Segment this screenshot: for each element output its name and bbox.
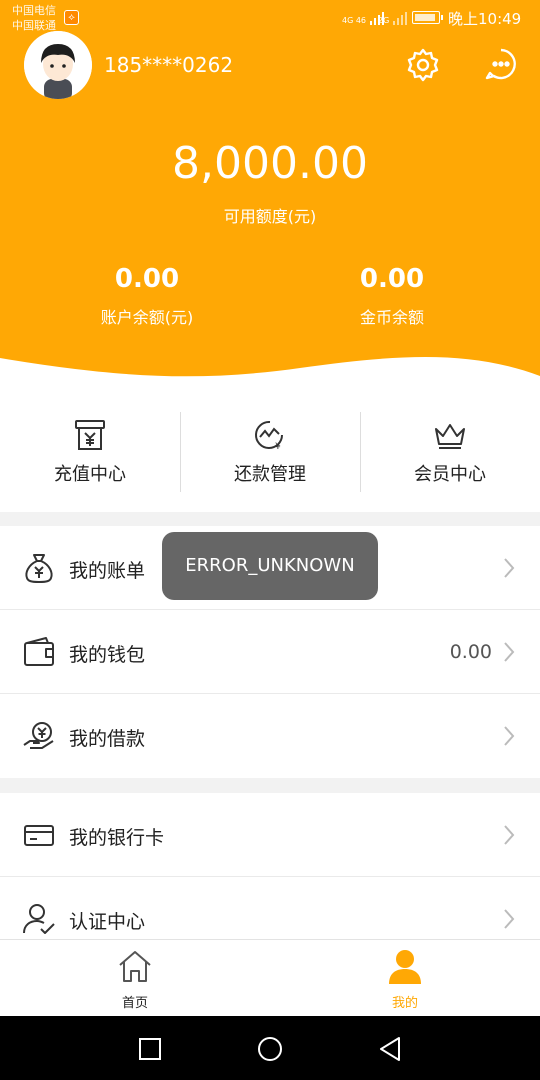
signal-2-label: 2G	[378, 16, 390, 25]
menu-item-loan[interactable]: 我的借款	[0, 694, 540, 778]
user-verify-icon	[23, 904, 55, 934]
menu-item-verification-label: 认证中心	[69, 911, 146, 933]
menu-item-bank-card[interactable]: 我的银行卡	[0, 793, 540, 877]
recharge-icon	[75, 420, 105, 450]
coin-balance-label: 金币余额	[359, 308, 424, 327]
tab-home[interactable]: 首页	[0, 940, 270, 1016]
status-time: 晚上10:49	[448, 10, 522, 28]
system-nav-bar	[0, 1016, 540, 1080]
available-credit-amount: 8,000.00	[172, 138, 368, 189]
menu-group-2: 我的银行卡 认证中心	[0, 793, 540, 961]
status-bar: 中国电信 中国联通 ⟡ 4G 46 2G 晚上10:49	[0, 0, 540, 34]
account-balance-value: 0.00	[114, 264, 180, 294]
back-icon[interactable]	[377, 1036, 403, 1062]
quick-action-membership[interactable]: 会员中心	[360, 400, 540, 512]
menu-item-bill-label: 我的账单	[69, 560, 146, 582]
quick-action-recharge-label: 充值中心	[54, 464, 126, 485]
account-balance-label: 账户余额(元)	[100, 308, 194, 327]
crown-icon	[435, 424, 465, 449]
chevron-right-icon	[504, 909, 515, 929]
error-toast: ERROR_UNKNOWN	[162, 532, 378, 600]
settings-icon[interactable]	[404, 46, 442, 84]
carrier-2: 中国联通	[12, 19, 56, 32]
wallet-icon	[24, 637, 54, 666]
menu-item-wallet-label: 我的钱包	[69, 644, 146, 666]
home-button-icon[interactable]	[257, 1036, 283, 1062]
battery-icon	[412, 11, 443, 24]
message-icon[interactable]	[483, 46, 519, 82]
repayment-icon: ¥	[255, 420, 283, 452]
quick-action-recharge[interactable]: 充值中心	[0, 400, 180, 512]
quick-action-repayment[interactable]: ¥ 还款管理	[180, 400, 360, 512]
menu-item-loan-label: 我的借款	[69, 728, 146, 750]
avatar[interactable]	[24, 31, 92, 99]
chevron-right-icon	[504, 825, 515, 845]
chevron-right-icon	[504, 642, 515, 662]
chevron-right-icon	[504, 558, 515, 578]
profile-header: 中国电信 中国联通 ⟡ 4G 46 2G 晚上10:49 185****0262	[0, 0, 540, 400]
menu-item-bank-card-label: 我的银行卡	[69, 827, 165, 849]
carrier-1: 中国电信	[12, 4, 56, 17]
quick-actions: 充值中心 ¥ 还款管理 会员中心	[0, 400, 540, 512]
tab-mine-label: 我的	[391, 996, 418, 1011]
chevron-right-icon	[504, 726, 515, 746]
quick-action-membership-label: 会员中心	[414, 464, 486, 485]
user-phone: 185****0262	[104, 53, 234, 77]
user-icon	[389, 950, 421, 984]
loan-icon	[23, 722, 54, 749]
carrier-info: 中国电信 中国联通	[12, 3, 56, 33]
signal-1-label: 4G 46	[342, 16, 367, 25]
wallet-balance: 0.00	[449, 641, 492, 663]
svg-text:¥: ¥	[275, 442, 281, 452]
available-credit-label: 可用额度(元)	[223, 207, 317, 226]
recents-icon[interactable]	[137, 1036, 163, 1062]
coin-balance-value: 0.00	[359, 264, 425, 294]
signal-2-icon: 2G	[378, 9, 408, 25]
money-bag-icon	[25, 554, 53, 583]
header-wave	[0, 357, 540, 400]
coin-balance[interactable]: 0.00 金币余额	[292, 264, 492, 328]
app-notification-icon: ⟡	[64, 10, 79, 25]
account-balance[interactable]: 0.00 账户余额(元)	[47, 264, 247, 328]
quick-action-repayment-label: 还款管理	[234, 464, 306, 485]
bottom-nav: 首页 我的	[0, 939, 540, 1016]
tab-home-label: 首页	[121, 996, 148, 1011]
menu-item-wallet[interactable]: 我的钱包 0.00	[0, 610, 540, 694]
tab-mine[interactable]: 我的	[270, 940, 540, 1016]
home-icon	[119, 951, 151, 982]
bank-card-icon	[24, 825, 54, 846]
